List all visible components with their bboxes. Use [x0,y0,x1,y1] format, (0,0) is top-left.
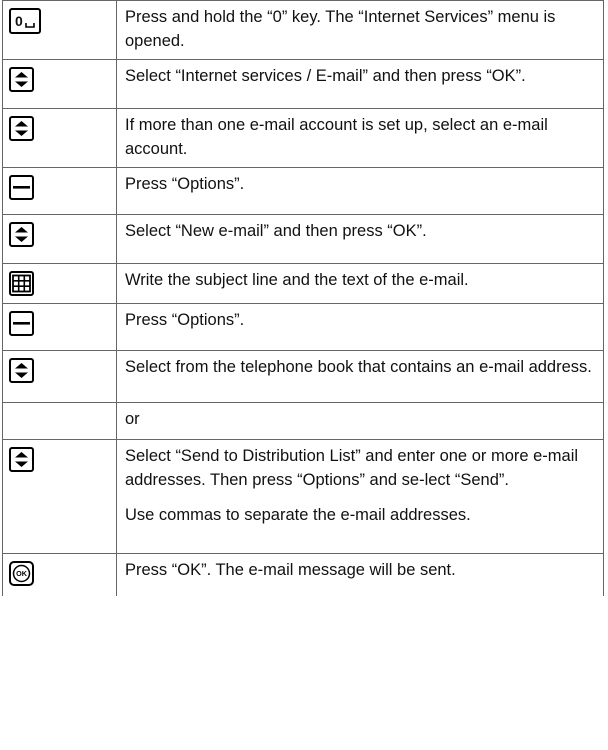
step-row: Write the subject line and the text of t… [2,263,604,304]
step-text: Write the subject line and the text of t… [125,271,469,289]
step-row: If more than one e-mail account is set u… [2,108,604,168]
step-row: Press “Options”. [2,303,604,351]
softkey-icon [9,175,34,200]
zero-key-icon: 0 [9,8,41,34]
step-row: 0 Press and hold the “0” key. The “Inter… [2,0,604,60]
step-row: Press “Options”. [2,167,604,215]
navigation-up-down-key-icon [9,116,34,141]
softkey-icon [9,311,34,336]
step-note: Use commas to separate the e-mail addres… [125,506,471,524]
step-text: Select “Send to Distribution List” and e… [125,447,579,489]
ok-key-icon: OK [9,561,34,586]
navigation-up-down-key-icon [9,222,34,247]
navigation-up-down-key-icon [9,358,34,383]
navigation-up-down-key-icon [9,67,34,92]
step-text: Press “Options”. [125,175,245,193]
step-text: Select “Internet services / E-mail” and … [125,67,526,85]
step-text: If more than one e-mail account is set u… [125,116,548,158]
step-row: Select from the telephone book that cont… [2,350,604,403]
step-text: Press “Options”. [125,311,245,329]
ok-key-label: OK [16,569,28,578]
step-row: Select “New e-mail” and then press “OK”. [2,214,604,264]
step-text: Select from the telephone book that cont… [125,358,592,376]
keypad-icon [9,271,34,296]
step-row: OK Press “OK”. The e-mail message will b… [2,553,604,596]
step-row: or [2,402,604,440]
instruction-table: 0 Press and hold the “0” key. The “Inter… [2,0,604,596]
navigation-up-down-key-icon [9,447,34,472]
step-text: Select “New e-mail” and then press “OK”. [125,222,427,240]
step-text: Press “OK”. The e-mail message will be s… [125,561,456,579]
step-row: Select “Internet services / E-mail” and … [2,59,604,109]
step-text: or [125,410,140,428]
step-row: Select “Send to Distribution List” and e… [2,439,604,554]
step-text: Press and hold the “0” key. The “Interne… [125,8,556,50]
